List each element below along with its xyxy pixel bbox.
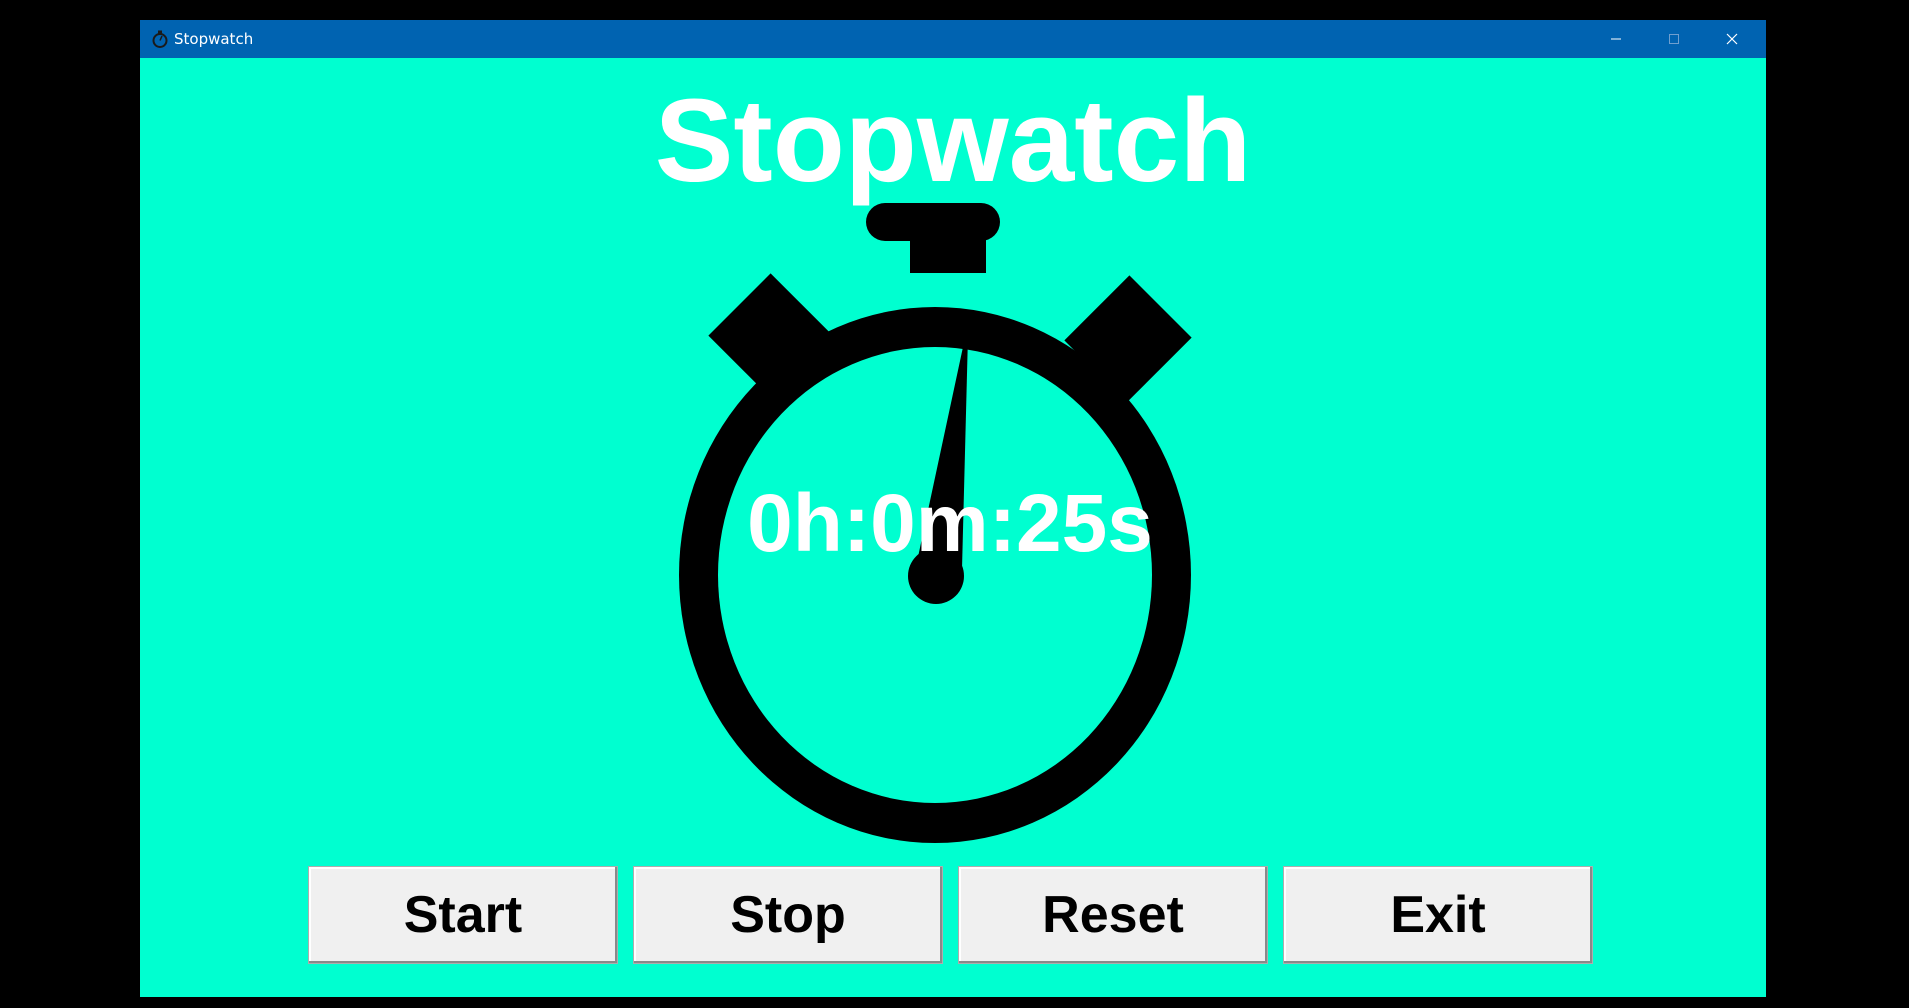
maximize-icon <box>1669 34 1679 44</box>
minimize-button[interactable] <box>1587 20 1645 58</box>
exit-button[interactable]: Exit <box>1283 866 1593 964</box>
stopwatch-icon <box>152 30 168 48</box>
main-content: Stopwatch 0h:0m:25s Start Stop Reset Exi… <box>140 58 1766 997</box>
page-title: Stopwatch <box>654 75 1252 207</box>
close-icon <box>1726 33 1738 45</box>
stopwatch-window: Stopwatch Stopwatch 0h:0m:25s Start Stop… <box>140 20 1766 997</box>
reset-button[interactable]: Reset <box>958 866 1268 964</box>
elapsed-time: 0h:0m:25s <box>747 478 1153 569</box>
start-button[interactable]: Start <box>308 866 618 964</box>
title-bar[interactable]: Stopwatch <box>140 20 1766 58</box>
maximize-button[interactable] <box>1645 20 1703 58</box>
window-title: Stopwatch <box>174 30 254 48</box>
minimize-icon <box>1611 38 1621 40</box>
close-button[interactable] <box>1703 20 1761 58</box>
crown-stem <box>910 233 986 273</box>
control-buttons: Start Stop Reset Exit <box>308 866 1598 966</box>
stop-button[interactable]: Stop <box>633 866 943 964</box>
